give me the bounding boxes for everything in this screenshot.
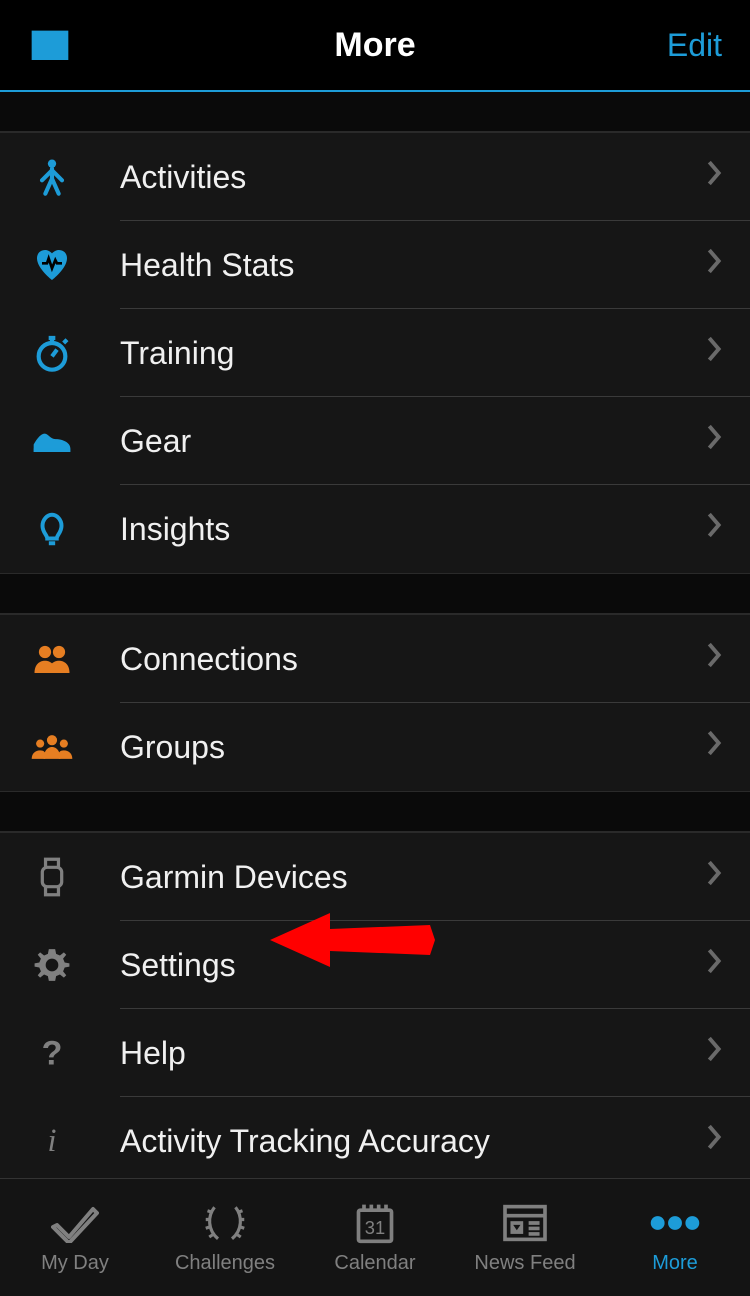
menu-item-label: Health Stats bbox=[120, 247, 706, 284]
menu-item-label: Training bbox=[120, 335, 706, 372]
menu-section: Connections Groups bbox=[0, 614, 750, 792]
laurel-icon bbox=[200, 1200, 250, 1246]
heart-icon bbox=[30, 243, 74, 287]
chevron-right-icon bbox=[706, 947, 722, 983]
menu-item-activity-tracking-accuracy[interactable]: i Activity Tracking Accuracy bbox=[0, 1097, 750, 1185]
chevron-right-icon bbox=[706, 511, 722, 547]
section-spacer bbox=[0, 792, 750, 832]
group-icon bbox=[30, 725, 74, 769]
header: More Edit bbox=[0, 0, 750, 92]
menu-item-gear[interactable]: Gear bbox=[0, 397, 750, 485]
chevron-right-icon bbox=[706, 247, 722, 283]
svg-text:31: 31 bbox=[365, 1217, 385, 1238]
svg-text:i: i bbox=[47, 1123, 56, 1159]
svg-text:?: ? bbox=[42, 1034, 63, 1072]
menu-item-health-stats[interactable]: Health Stats bbox=[0, 221, 750, 309]
menu-item-label: Settings bbox=[120, 947, 706, 984]
tab-label: More bbox=[652, 1252, 698, 1275]
menu-item-groups[interactable]: Groups bbox=[0, 703, 750, 791]
chevron-right-icon bbox=[706, 335, 722, 371]
chevron-right-icon bbox=[706, 1035, 722, 1071]
stopwatch-icon bbox=[30, 331, 74, 375]
menu-item-label: Groups bbox=[120, 729, 706, 766]
shoe-icon bbox=[30, 419, 74, 463]
calendar-icon: 31 bbox=[353, 1200, 397, 1246]
bulb-icon bbox=[30, 507, 74, 551]
menu-item-training[interactable]: Training bbox=[0, 309, 750, 397]
page-title: More bbox=[334, 26, 415, 65]
menu-item-insights[interactable]: Insights bbox=[0, 485, 750, 573]
menu-item-label: Garmin Devices bbox=[120, 859, 706, 896]
menu-item-help[interactable]: ? Help bbox=[0, 1009, 750, 1097]
chevron-right-icon bbox=[706, 1123, 722, 1159]
content-list: Activities Health Stats Training Gear In… bbox=[0, 92, 750, 1206]
menu-item-activities[interactable]: Activities bbox=[0, 133, 750, 221]
tab-news-feed[interactable]: News Feed bbox=[450, 1179, 600, 1296]
section-spacer bbox=[0, 574, 750, 614]
section-spacer bbox=[0, 92, 750, 132]
tab-challenges[interactable]: Challenges bbox=[150, 1179, 300, 1296]
tab-label: My Day bbox=[41, 1252, 109, 1275]
more-icon bbox=[649, 1200, 701, 1246]
check-icon bbox=[51, 1200, 99, 1246]
chevron-right-icon bbox=[706, 423, 722, 459]
news-icon bbox=[501, 1200, 549, 1246]
tab-label: News Feed bbox=[474, 1252, 575, 1275]
tab-calendar[interactable]: 31 Calendar bbox=[300, 1179, 450, 1296]
question-icon: ? bbox=[30, 1031, 74, 1075]
gear-icon bbox=[30, 943, 74, 987]
tab-label: Challenges bbox=[175, 1252, 275, 1275]
tab-more[interactable]: More bbox=[600, 1179, 750, 1296]
menu-section: Garmin Devices Settings ? Help i Activit… bbox=[0, 832, 750, 1186]
menu-item-garmin-devices[interactable]: Garmin Devices bbox=[0, 833, 750, 921]
activity-icon bbox=[30, 155, 74, 199]
inbox-icon[interactable] bbox=[28, 27, 72, 63]
menu-item-label: Help bbox=[120, 1035, 706, 1072]
menu-item-label: Insights bbox=[120, 511, 706, 548]
chevron-right-icon bbox=[706, 641, 722, 677]
chevron-right-icon bbox=[706, 859, 722, 895]
menu-section: Activities Health Stats Training Gear In… bbox=[0, 132, 750, 574]
chevron-right-icon bbox=[706, 729, 722, 765]
menu-item-label: Connections bbox=[120, 641, 706, 678]
watch-icon bbox=[30, 855, 74, 899]
info-icon: i bbox=[30, 1119, 74, 1163]
tab-bar: My Day Challenges 31 Calendar News Feed … bbox=[0, 1178, 750, 1296]
menu-item-connections[interactable]: Connections bbox=[0, 615, 750, 703]
tab-label: Calendar bbox=[334, 1252, 415, 1275]
menu-item-settings[interactable]: Settings bbox=[0, 921, 750, 1009]
people-icon bbox=[30, 637, 74, 681]
edit-button[interactable]: Edit bbox=[667, 27, 722, 64]
menu-item-label: Activities bbox=[120, 159, 706, 196]
tab-my-day[interactable]: My Day bbox=[0, 1179, 150, 1296]
menu-item-label: Gear bbox=[120, 423, 706, 460]
chevron-right-icon bbox=[706, 159, 722, 195]
menu-item-label: Activity Tracking Accuracy bbox=[120, 1123, 706, 1160]
